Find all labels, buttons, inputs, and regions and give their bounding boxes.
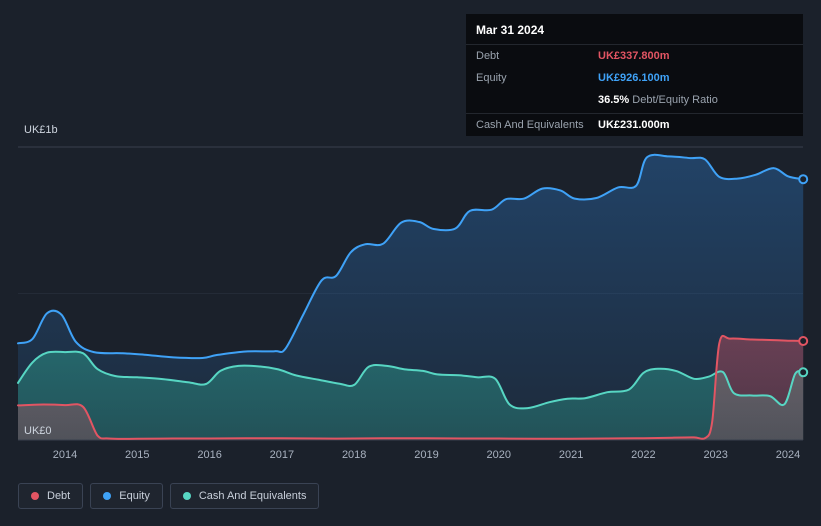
tooltip-ratio: 36.5% Debt/Equity Ratio	[598, 93, 718, 107]
debt-endpoint-marker	[798, 336, 809, 346]
x-axis-label-2015: 2015	[125, 449, 150, 461]
x-axis-label-2023: 2023	[703, 449, 728, 461]
tooltip-row-cash: Cash And Equivalents UK£231.000m	[466, 114, 803, 136]
legend-item-debt[interactable]: Debt	[18, 483, 84, 509]
tooltip-ratio-value: 36.5%	[598, 94, 630, 106]
tooltip-debt-label: Debt	[476, 50, 500, 62]
tooltip-ratio-label: Debt/Equity Ratio	[632, 94, 718, 106]
tooltip-row-ratio: 36.5% Debt/Equity Ratio	[466, 89, 803, 114]
tooltip-equity-label: Equity	[476, 72, 507, 84]
legend-item-equity[interactable]: Equity	[90, 483, 163, 509]
x-axis-label-2016: 2016	[197, 449, 222, 461]
chart-legend: Debt Equity Cash And Equivalents	[18, 483, 320, 509]
x-axis-label-2024: 2024	[775, 449, 801, 461]
tooltip-debt-value: UK£337.800m	[598, 50, 670, 62]
equity-endpoint-marker	[798, 174, 809, 185]
tooltip-row-debt: Debt UK£337.800m	[466, 45, 803, 67]
legend-cash-label: Cash And Equivalents	[198, 490, 307, 502]
legend-equity-label: Equity	[119, 490, 150, 502]
x-axis-label-2019: 2019	[414, 449, 439, 461]
x-axis-label-2022: 2022	[631, 449, 656, 461]
debt-dot-icon	[31, 492, 39, 500]
y-axis-label-top: UK£1b	[24, 124, 58, 136]
x-axis-label-2020: 2020	[486, 449, 512, 461]
tooltip-row-equity: Equity UK£926.100m	[466, 67, 803, 89]
equity-dot-icon	[103, 492, 112, 500]
cash-endpoint-marker	[798, 367, 809, 378]
x-axis-label-2017: 2017	[269, 449, 295, 461]
chart-tooltip: Mar 31 2024 Debt UK£337.800m Equity UK£9…	[466, 14, 803, 136]
x-axis-label-2018: 2018	[341, 449, 367, 461]
legend-debt-label: Debt	[47, 490, 71, 502]
tooltip-cash-label: Cash And Equivalents	[476, 119, 584, 131]
x-axis-label-2021: 2021	[558, 449, 584, 461]
cash-dot-icon	[182, 492, 191, 500]
y-axis-label-bottom: UK£0	[24, 425, 52, 437]
tooltip-cash-value: UK£231.000m	[598, 119, 670, 131]
tooltip-date: Mar 31 2024	[466, 14, 803, 45]
x-axis-label-2014: 2014	[52, 449, 78, 461]
chart-stage: UK£1b UK£0 2014 2015 2016 2017 2018 2019 2020 2…	[0, 0, 821, 526]
legend-item-cash[interactable]: Cash And Equivalents	[169, 483, 320, 509]
tooltip-equity-value: UK£926.100m	[598, 72, 670, 84]
